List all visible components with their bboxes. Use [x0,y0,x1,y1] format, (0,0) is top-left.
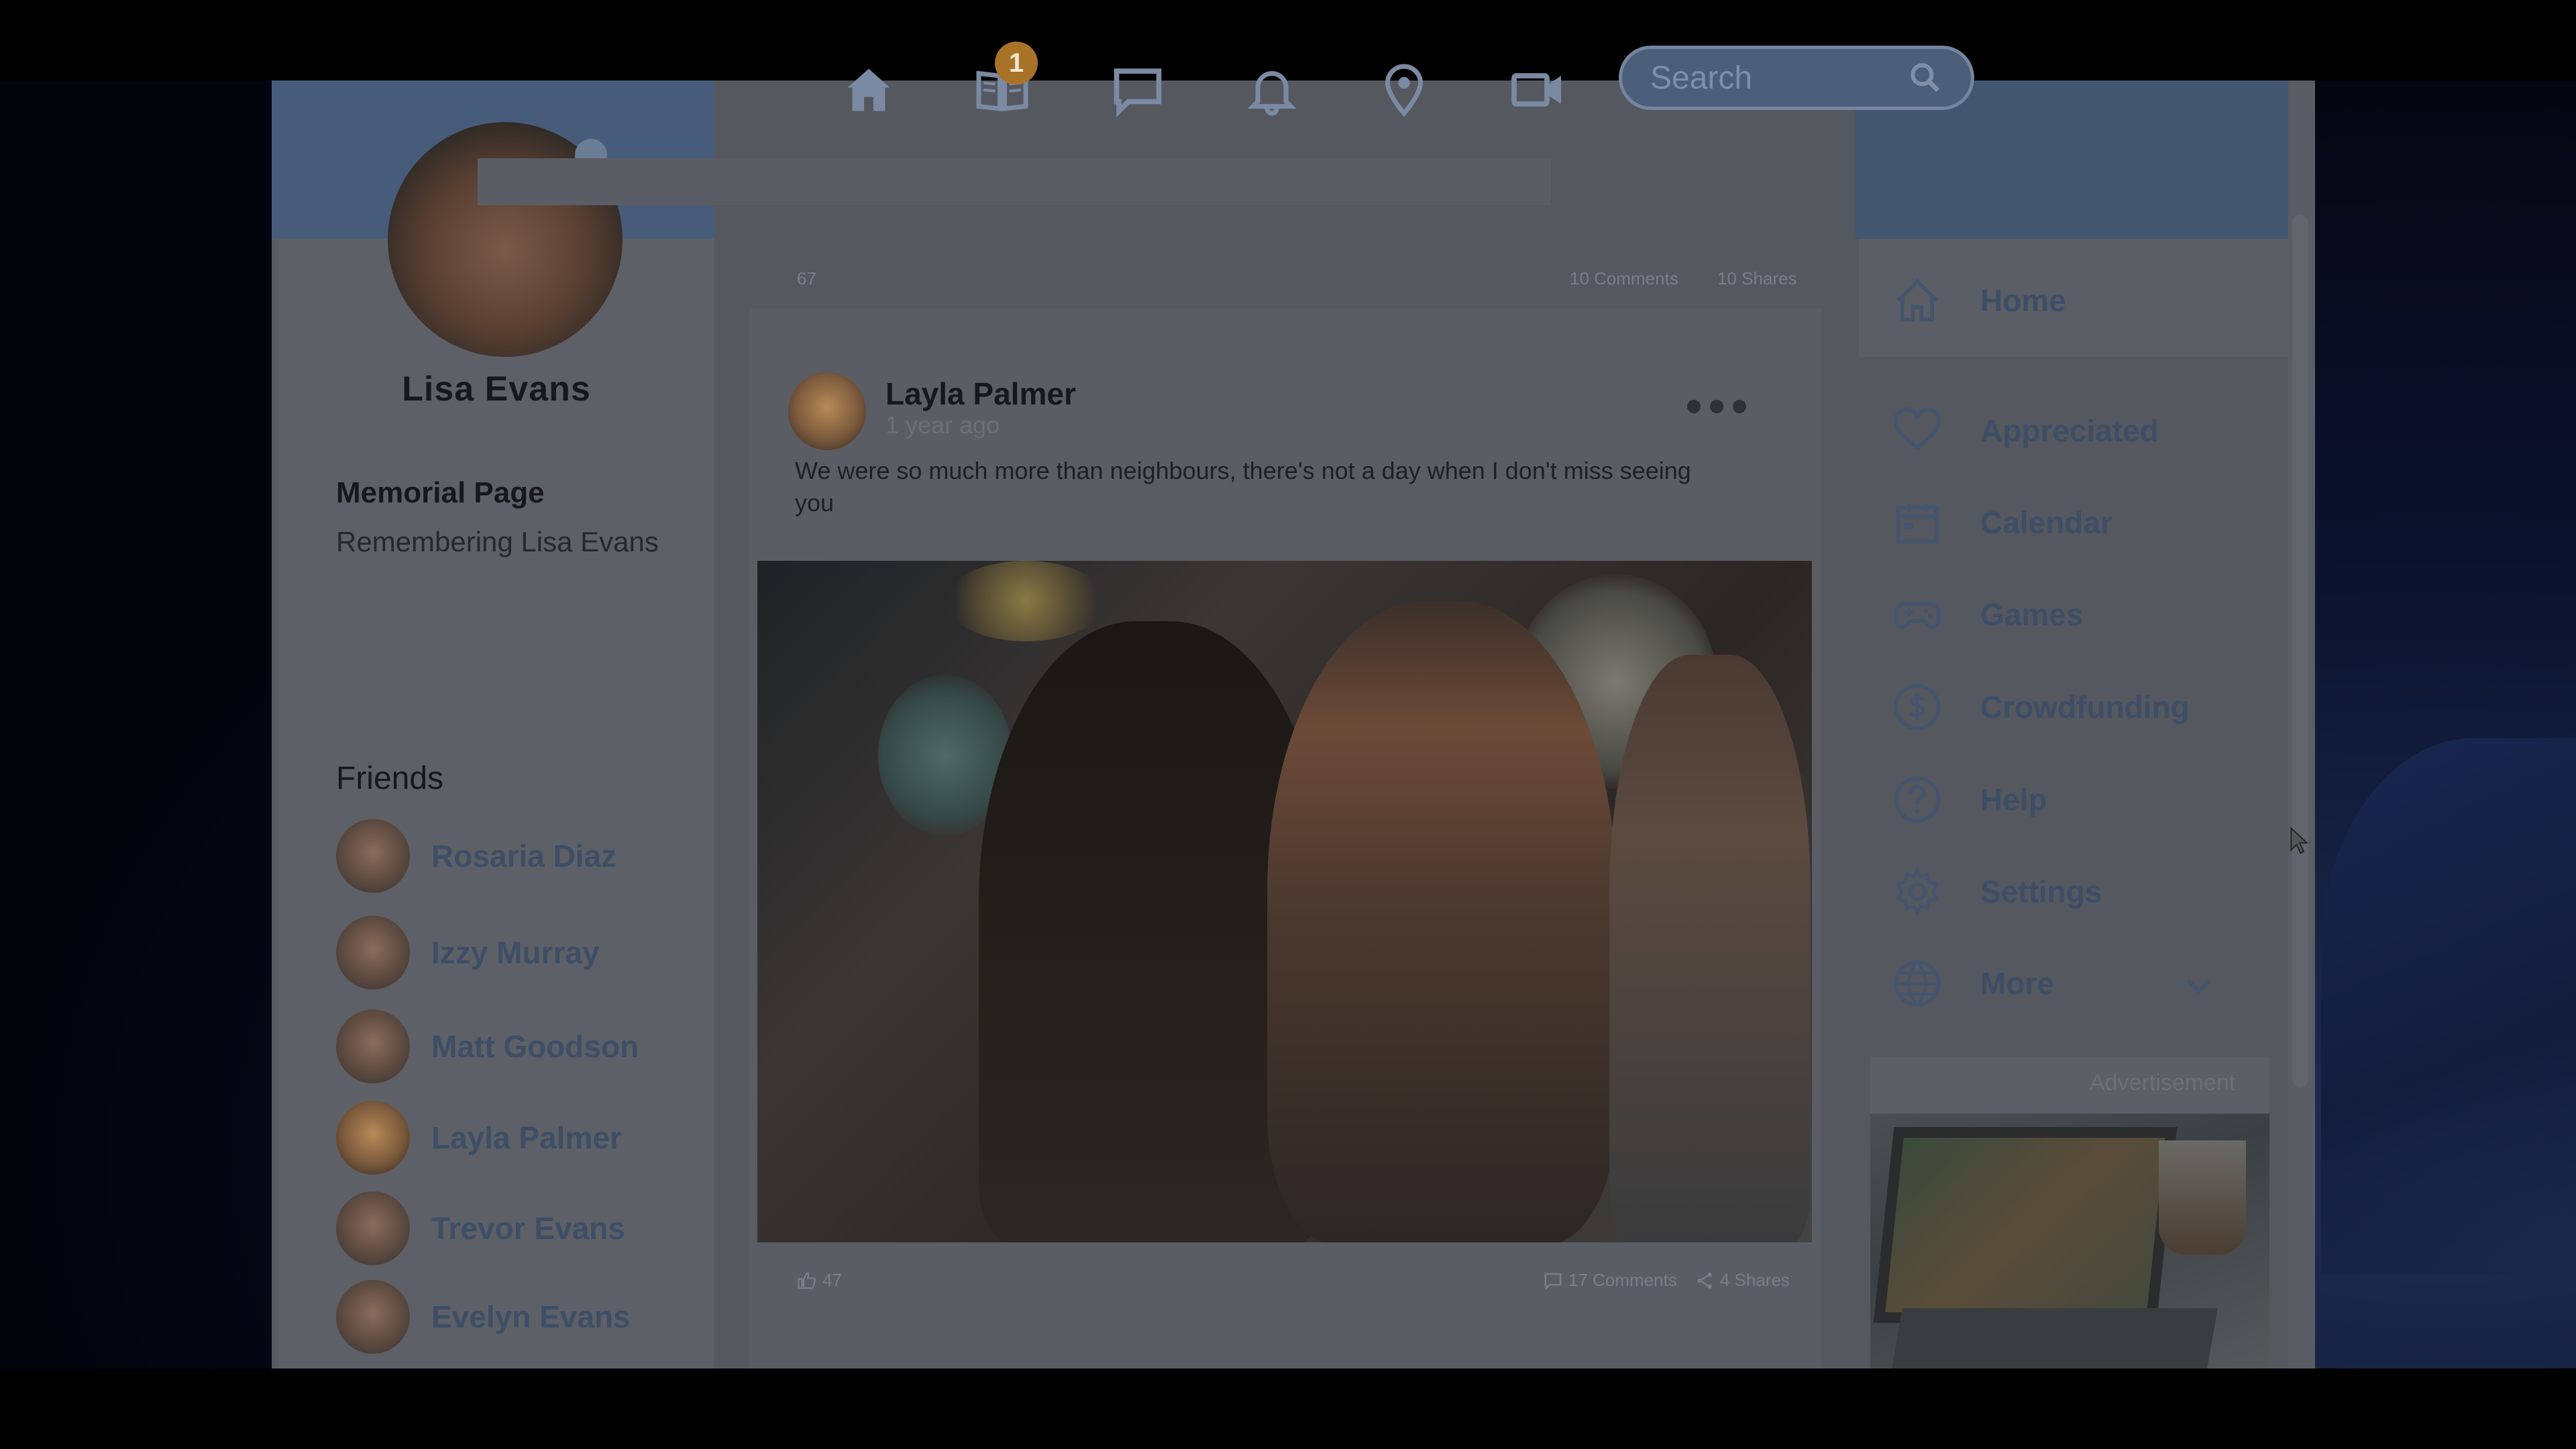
post-text: We were so much more than neighbours, th… [795,457,1691,517]
comment-icon [1544,1273,1562,1290]
friend-name[interactable]: Layla Palmer [431,1120,622,1156]
gear-icon [1896,867,1939,916]
dot-icon [1733,400,1746,413]
menu-item-label: Calendar [1980,505,2112,540]
menu-item-label: Home [1980,283,2066,318]
notification-badge: 1 [995,42,1038,85]
friend-name[interactable]: Matt Goodson [431,1028,639,1065]
search-input[interactable] [1649,58,1907,97]
post-author-avatar[interactable] [788,372,866,450]
post-photo[interactable] [757,561,1812,1242]
previous-post-shares[interactable]: 10 Shares [1717,268,1797,289]
previous-post-comments[interactable]: 10 Comments [1570,268,1678,289]
dot-icon [1687,400,1701,413]
left-sidebar: Lisa Evans Memorial Page Remembering Lis… [278,80,714,1368]
calendar-icon [1896,503,1939,544]
chat-icon[interactable] [1104,56,1171,123]
ad-region-laptop [1873,1127,2178,1323]
notification-bell-icon[interactable] [1238,56,1305,123]
friend-item[interactable]: Matt Goodson [336,1010,685,1083]
comments-count: 17 Comments [1568,1270,1677,1290]
friend-name[interactable]: Izzy Murray [431,934,600,971]
post-likes[interactable]: 47 [797,1270,842,1291]
photo-region-person-smiling [1267,601,1616,1242]
desktop-background: Lisa Evans Memorial Page Remembering Lis… [0,0,2576,1449]
mouse-cursor-icon [2290,826,2309,854]
scrollbar-thumb[interactable] [2292,215,2308,1087]
dot-icon [1710,400,1723,413]
menu-item-label: More [1980,966,2054,1001]
page-subtitle: Remembering Lisa Evans [336,526,659,557]
ad-region-cup [2159,1140,2246,1254]
home-icon [1896,278,1938,322]
menu-item-label: Crowdfunding [1980,690,2190,724]
previous-post-footer [478,158,1551,205]
advertisement-label: Advertisement [2090,1070,2236,1095]
globe-icon [1894,960,1941,1007]
friend-avatar [336,1101,410,1175]
shares-link[interactable]: 4 Shares [1695,1270,1790,1291]
friend-item[interactable]: Trevor Evans [336,1191,685,1265]
gamepad-icon [1894,602,1941,629]
photo-region-lights [945,561,1106,641]
post-options-button[interactable] [1687,393,1754,420]
friend-item[interactable]: Layla Palmer [336,1101,685,1175]
heart-icon [1894,407,1941,450]
friend-name[interactable]: Evelyn Evans [431,1299,631,1335]
dollar-icon [1894,684,1941,731]
menu-item-label: Help [1980,782,2047,817]
friend-avatar [336,1280,410,1354]
ad-region-keyboard [1892,1308,2218,1368]
location-pin-icon[interactable] [1371,56,1438,123]
friend-item[interactable]: Rosaria Diaz [336,819,685,893]
menu-item-label: Appreciated [1980,413,2159,448]
home-icon[interactable] [835,56,902,123]
post-engagement: 17 Comments 4 Shares [1543,1270,1790,1291]
friend-name[interactable]: Trevor Evans [431,1210,625,1246]
menu-item-help[interactable]: Help [1892,766,2267,833]
post-timestamp: 1 year ago [885,411,1000,439]
background-wave [2321,738,2576,1275]
friends-title: Friends [336,761,444,796]
friend-avatar [336,916,410,989]
chevron-down-icon[interactable] [2180,966,2218,1004]
menu-item-calendar[interactable]: Calendar [1892,489,2267,556]
friend-avatar [336,1010,410,1083]
friend-avatar [336,819,410,893]
search-bar[interactable] [1619,46,1974,110]
photo-region-person-background [1609,655,1811,1242]
friend-name[interactable]: Rosaria Diaz [431,838,616,874]
post-author-name[interactable]: Layla Palmer [885,376,1076,412]
likes-count: 47 [822,1270,842,1290]
menu-item-label: Settings [1980,874,2102,909]
friend-avatar [336,1191,410,1265]
menu-item-games[interactable]: Games [1892,581,2267,648]
video-camera-icon[interactable] [1504,56,1571,123]
comments-link[interactable]: 17 Comments [1543,1270,1677,1291]
profile-name: Lisa Evans [402,370,591,409]
shares-count: 4 Shares [1719,1270,1790,1290]
advertisement-image[interactable] [1870,1114,2269,1368]
letterbox-bottom [0,1368,2576,1449]
help-icon [1894,776,1941,823]
menu-item-label: Games [1980,597,2084,632]
thumbs-up-icon [798,1272,816,1289]
menu-item-crowdfunding[interactable]: Crowdfunding [1892,674,2267,741]
menu-item-settings[interactable]: Settings [1892,858,2267,925]
menu-item-appreciated[interactable]: Appreciated [1892,397,2267,464]
friend-item[interactable]: Evelyn Evans [336,1280,685,1354]
menu-item-home[interactable]: Home [1892,267,2267,334]
share-icon [1697,1272,1712,1289]
previous-post-likes: 67 [797,268,816,288]
search-icon[interactable] [1907,59,1944,97]
page-type-title: Memorial Page [336,476,545,509]
friend-item[interactable]: Izzy Murray [336,916,685,989]
